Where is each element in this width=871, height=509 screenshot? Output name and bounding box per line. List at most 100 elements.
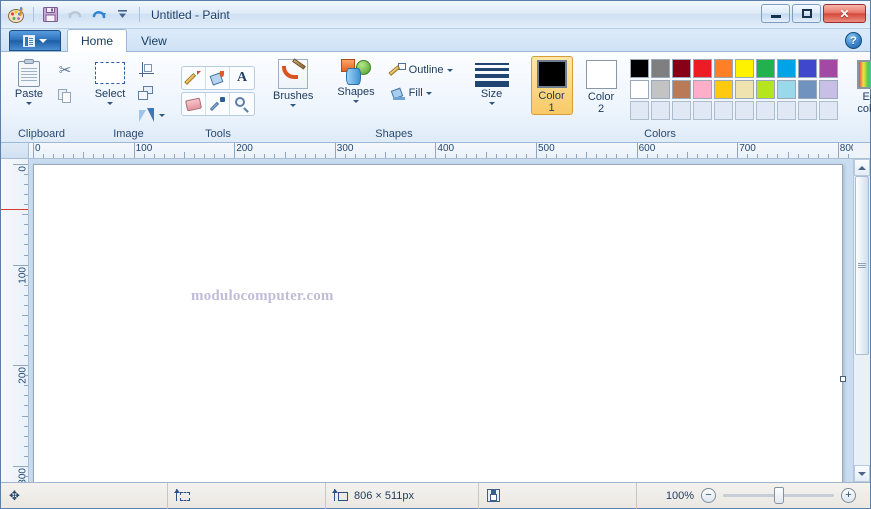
palette-swatch-2[interactable] [650,80,670,99]
recent-color-swatch-6[interactable] [734,101,754,120]
palette-swatch-6[interactable] [734,59,754,78]
brushes-button[interactable]: Brushes [267,56,319,108]
ruler-tick [847,154,849,158]
redo-icon[interactable] [88,4,109,25]
tool-text[interactable]: A [230,67,254,89]
recent-color-swatch-3[interactable] [671,101,691,120]
tool-eraser[interactable] [182,93,206,115]
recent-color-swatch-10[interactable] [818,101,838,120]
palette-swatch-9[interactable] [797,59,817,78]
ruler-tick [24,455,28,457]
scrollbar-thumb[interactable] [855,176,869,356]
maximize-icon [801,9,812,18]
zoom-slider-thumb[interactable] [773,487,784,504]
recent-color-swatch-7[interactable] [755,101,775,120]
paste-button[interactable]: Paste [7,56,51,106]
vertical-ruler[interactable]: 0100200300 [1,159,29,482]
tool-pencil[interactable] [182,67,206,89]
tab-home[interactable]: Home [67,29,128,52]
edit-colors-label2: colors [857,103,871,115]
color-1-label: Color [538,90,565,102]
palette-swatch-1[interactable] [629,80,649,99]
rotate-button[interactable] [135,106,169,124]
canvas-resize-handle-right[interactable] [840,376,846,382]
palette-swatch-1[interactable] [629,59,649,78]
palette-swatch-4[interactable] [692,59,712,78]
palette-swatch-4[interactable] [692,80,712,99]
paint-menu-button[interactable] [9,30,61,51]
palette-swatch-8[interactable] [776,80,796,99]
ruler-tick [73,154,75,158]
palette-swatch-7[interactable] [755,80,775,99]
undo-icon[interactable] [64,4,85,25]
zoom-in-button[interactable]: + [841,488,856,503]
scrollbar-track[interactable] [854,176,870,465]
drawing-canvas[interactable] [33,164,846,482]
cut-button[interactable]: ✂ [54,59,76,81]
select-button[interactable]: Select [88,56,132,106]
close-button[interactable]: ✕ [823,4,866,23]
recent-color-swatch-2[interactable] [650,101,670,120]
chevron-down-icon [107,102,113,105]
help-icon[interactable]: ? [845,32,862,49]
ruler-tick [24,274,28,276]
horizontal-ruler-track[interactable]: 0 100 200 300 400 500 600 700 800 [29,143,853,159]
recent-color-swatch-4[interactable] [692,101,712,120]
tool-magnifier[interactable] [230,93,254,115]
ruler-tick [24,174,28,176]
maximize-button[interactable] [792,4,821,23]
copy-button[interactable] [54,85,76,107]
chevron-down-icon [353,100,360,103]
palette-swatch-10[interactable] [818,80,838,99]
tool-fill-with-color[interactable] [206,67,230,89]
ruler-tick [24,184,28,186]
palette-swatch-8[interactable] [776,59,796,78]
scroll-down-button[interactable] [854,465,870,482]
palette-swatch-6[interactable] [734,80,754,99]
palette-swatch-3[interactable] [671,59,691,78]
title-bar: Untitled - Paint ✕ [1,1,870,29]
crop-icon [138,61,154,77]
paint-palette-icon[interactable] [6,4,27,25]
palette-swatch-7[interactable] [755,59,775,78]
shapes-button[interactable]: Shapes [331,56,380,104]
resize-button[interactable] [135,82,157,104]
size-button[interactable]: Size [469,56,515,106]
palette-swatch-3[interactable] [671,80,691,99]
ruler-corner [1,143,29,159]
canvas-area[interactable] [29,159,853,482]
edit-colors-button[interactable]: Edit colors [851,56,871,116]
recent-color-swatch-1[interactable] [629,101,649,120]
ruler-tick [214,154,216,158]
palette-swatch-2[interactable] [650,59,670,78]
ruler-tick [495,154,497,158]
palette-swatch-5[interactable] [713,59,733,78]
crop-button[interactable] [135,58,157,80]
ruler-tick [24,375,28,377]
zoom-level: 100% [665,489,694,502]
palette-swatch-9[interactable] [797,80,817,99]
ruler-tick [24,244,28,246]
color-1-button[interactable]: Color 1 [530,56,573,115]
fill-button[interactable]: Fill [387,84,457,102]
ruler-tick [757,154,759,158]
zoom-out-button[interactable]: − [701,488,716,503]
recent-color-swatch-9[interactable] [797,101,817,120]
ruler-tick [395,154,397,158]
recent-color-swatch-8[interactable] [776,101,796,120]
outline-button[interactable]: Outline [387,61,457,79]
minimize-button[interactable] [761,4,790,23]
vertical-scrollbar[interactable] [853,159,870,482]
palette-swatch-5[interactable] [713,80,733,99]
customize-qat-icon[interactable] [112,4,133,25]
tool-color-picker[interactable] [206,93,230,115]
zoom-slider-track[interactable] [723,487,834,504]
palette-swatch-10[interactable] [818,59,838,78]
chevron-up-icon [858,165,866,170]
save-icon[interactable] [40,4,61,25]
recent-color-swatch-5[interactable] [713,101,733,120]
scroll-up-button[interactable] [854,159,870,176]
color-2-button[interactable]: Color 2 [580,56,623,116]
tab-view[interactable]: View [127,29,181,51]
ruler-label: 100 [135,143,153,154]
